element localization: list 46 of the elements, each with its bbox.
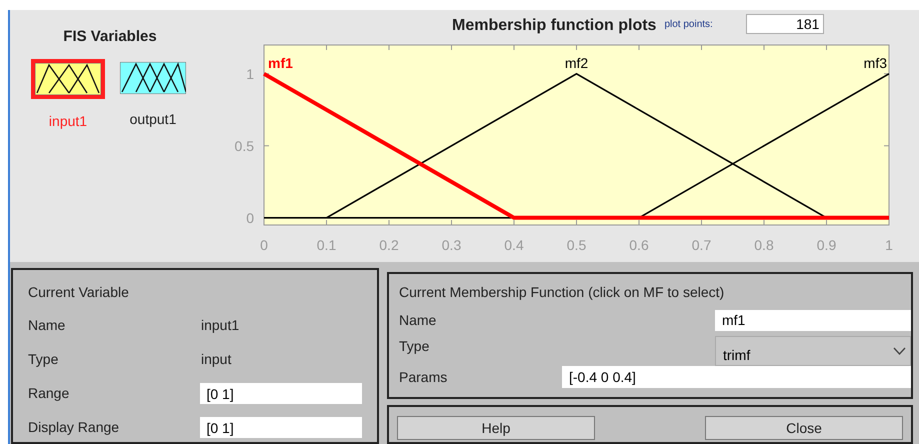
x-tick-label: 0.4 — [504, 237, 524, 253]
chevron-down-icon — [893, 347, 906, 355]
x-tick-label: 1 — [885, 237, 893, 253]
range-field[interactable]: [0 1] — [200, 382, 362, 404]
variable-button[interactable] — [31, 58, 105, 98]
x-tick-label: 0.3 — [442, 237, 462, 253]
field-value: input1 — [201, 316, 240, 335]
range-field[interactable]: [0 1] — [200, 416, 362, 438]
params-field[interactable]: [-0.4 0 0.4] — [562, 366, 911, 388]
field-label: Type — [399, 337, 430, 356]
membership-line[interactable] — [638, 73, 890, 218]
x-tick-label: 0.5 — [566, 237, 586, 253]
panel-title: Current Membership Function (click on MF to select) — [399, 283, 726, 302]
name-field[interactable]: mf1 — [715, 310, 911, 330]
variable-label: output1 — [130, 110, 176, 129]
field-label: Name — [28, 316, 66, 334]
type-dropdown[interactable]: trimf — [715, 336, 911, 366]
x-tick-label: 0.2 — [379, 237, 399, 253]
plot-title: Membership function plots — [452, 16, 656, 36]
field-label: Name — [399, 310, 438, 330]
x-tick-label: 0.9 — [816, 237, 836, 253]
field-label: Display Range — [28, 418, 120, 437]
field-label: Type — [28, 350, 60, 369]
dialog-button[interactable]: Close — [705, 416, 903, 440]
mf-label: mf3 — [864, 54, 887, 71]
field-label: Params — [399, 368, 448, 386]
panel-title: Current Variable — [28, 283, 130, 302]
y-tick-label: 1 — [246, 66, 254, 82]
field-label: Range — [28, 384, 70, 403]
plot-points-field[interactable]: 181 — [746, 14, 824, 34]
mf-label: mf2 — [564, 54, 588, 71]
x-tick-label: 0.8 — [754, 237, 774, 253]
x-tick-label: 0.6 — [629, 237, 649, 253]
membership-line[interactable] — [326, 72, 827, 218]
dialog-button[interactable]: Help — [397, 416, 595, 440]
y-tick-label: 0 — [246, 210, 254, 226]
plot-points-label: plot points: — [664, 19, 714, 30]
x-tick-label: 0.1 — [316, 237, 336, 253]
variable-label: input1 — [48, 112, 88, 131]
panel-title: FIS Variables — [63, 27, 158, 47]
mf-label: mf1 — [268, 54, 293, 71]
field-value: input — [201, 350, 232, 369]
selected-membership-line[interactable] — [263, 72, 889, 220]
y-tick-label: 0.5 — [234, 138, 254, 154]
x-tick-label: 0 — [260, 237, 268, 253]
x-tick-label: 0.7 — [692, 237, 712, 253]
